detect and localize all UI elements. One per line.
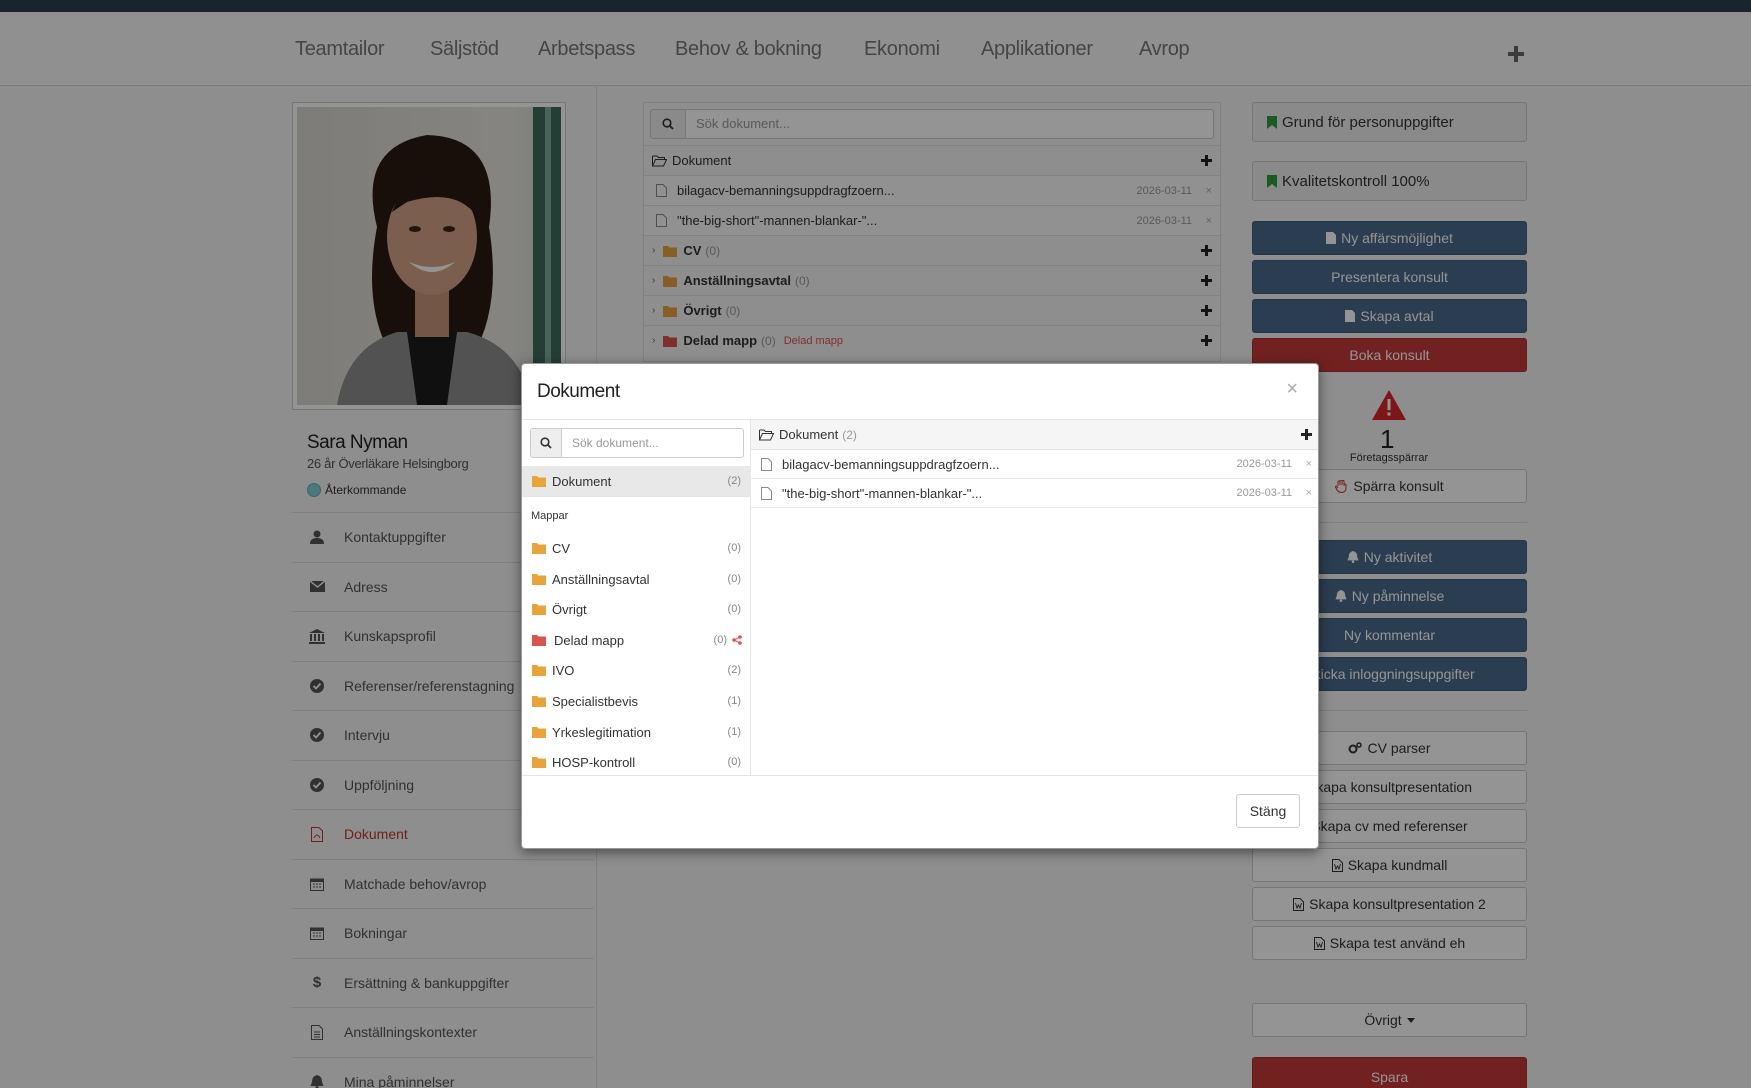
remove-icon[interactable]: × [1306, 458, 1312, 470]
folder-item-ovrigt[interactable]: Övrigt (0) [522, 594, 751, 624]
folder-item-hosp-kontroll[interactable]: HOSP-kontroll (0) [522, 747, 751, 777]
remove-icon[interactable]: × [1306, 487, 1312, 499]
modal-footer: Stäng [522, 775, 1318, 848]
file-pdf-icon [761, 486, 772, 500]
share-icon[interactable] [732, 635, 742, 645]
folder-item-specialistbevis[interactable]: Specialistbevis (1) [522, 686, 751, 716]
folder-item-cv[interactable]: CV (0) [522, 533, 751, 563]
folder-icon [532, 665, 546, 676]
folder-item-yrkeslegitimation[interactable]: Yrkeslegitimation (1) [522, 717, 751, 747]
search-input[interactable]: Sök dokument... [562, 428, 744, 458]
documents-modal: Dokument × Sök dokument... Dokument (2) … [521, 363, 1319, 849]
add-icon[interactable] [1301, 429, 1312, 440]
file-pdf-icon [761, 457, 772, 471]
folder-item-delad-mapp[interactable]: Delad mapp (0) [522, 625, 751, 655]
folder-item-ivo[interactable]: IVO (2) [522, 655, 751, 685]
folder-sidebar: Sök dokument... Dokument (2) Mappar CV (0… [522, 420, 751, 775]
file-list: Dokument (2) bilagacv-bemanningsuppdragf… [751, 420, 1318, 775]
list-item[interactable]: bilagacv-bemanningsuppdragfzoern... 2026… [751, 450, 1318, 479]
folder-open-icon [759, 429, 774, 441]
search-icon[interactable] [530, 428, 562, 458]
close-icon[interactable]: × [1286, 378, 1298, 401]
folder-icon [532, 604, 546, 615]
folder-icon [532, 574, 546, 585]
file-list-header: Dokument (2) [751, 420, 1318, 450]
folder-icon [532, 543, 546, 554]
folder-icon [532, 696, 546, 707]
modal-search: Sök dokument... [530, 428, 744, 458]
folder-icon [532, 476, 546, 487]
shared-folder-icon [532, 635, 546, 646]
modal-header: Dokument × [522, 364, 1318, 420]
folder-icon [532, 757, 546, 768]
divider [522, 496, 751, 497]
folder-item-dokument[interactable]: Dokument (2) [522, 466, 751, 496]
list-item[interactable]: "the-big-short"-mannen-blankar-"... 2026… [751, 479, 1318, 508]
folder-icon [532, 727, 546, 738]
folder-item-anstallningsavtal[interactable]: Anställningsavtal (0) [522, 564, 751, 594]
folders-section-label: Mappar [531, 510, 569, 522]
modal-title: Dokument [537, 381, 620, 402]
close-button[interactable]: Stäng [1236, 794, 1300, 828]
